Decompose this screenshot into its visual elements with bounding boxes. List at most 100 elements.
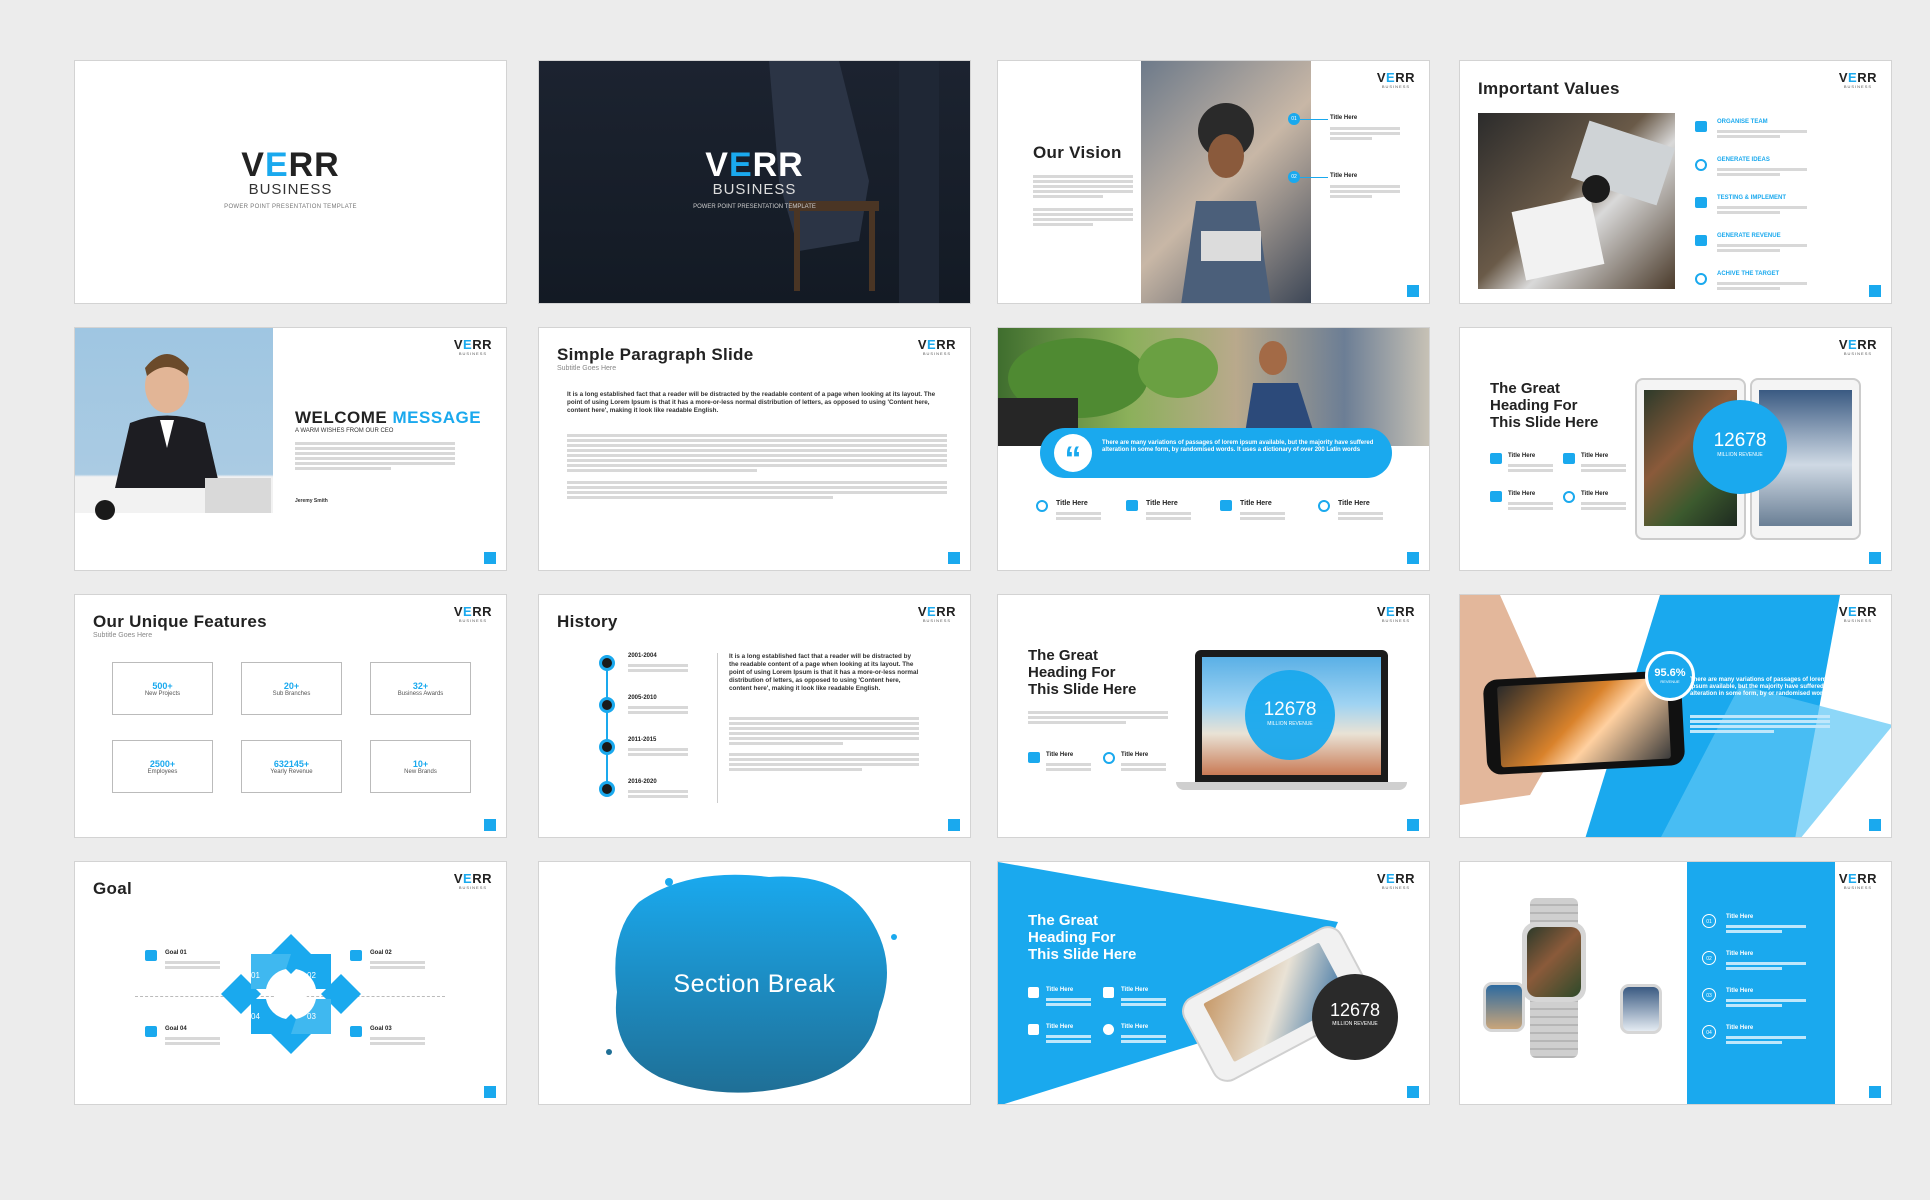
feature-box: 2500+ Employees	[112, 740, 213, 793]
page-marker	[484, 552, 496, 564]
welcome-text	[295, 440, 455, 472]
brand-sub: BUSINESS	[1843, 84, 1873, 89]
feature-box: 32+ Business Awards	[370, 662, 471, 715]
feature-label: Sub Branches	[272, 691, 311, 697]
feature-box: 10+ New Brands	[370, 740, 471, 793]
page-marker	[1407, 285, 1419, 297]
item-title: Title Here	[1056, 500, 1088, 507]
item-title: Title Here	[1338, 500, 1370, 507]
value-item: ACHIVE THE TARGET	[1695, 271, 1885, 303]
slide-welcome-message[interactable]: WELCOME MESSAGE A WARM WISHES FROM OUR C…	[74, 327, 507, 571]
values-list: ORGANISE TEAM GENERATE IDEAS TESTING & I…	[1695, 119, 1885, 303]
vision-item-title: Title Here	[1330, 115, 1358, 121]
slide-title: Goal	[93, 879, 132, 898]
brand-letter-v: V	[453, 337, 464, 352]
feature-label: Yearly Revenue	[270, 769, 313, 775]
slide-quote[interactable]: “ There are many variations of passages …	[997, 327, 1430, 571]
heading-line-2: Heading For	[1028, 929, 1116, 946]
brand-letters-rr: RR	[1857, 70, 1877, 85]
slide-section-break[interactable]: Section Break	[538, 861, 971, 1105]
item-title: Title Here	[1581, 491, 1609, 497]
stat-circle: 12678 MILLION REVENUE	[1693, 400, 1787, 494]
vision-item-text	[1330, 183, 1400, 200]
people-icon	[1563, 453, 1575, 464]
slide-goal[interactable]: Goal 01 02 04 03 Goal 01 Goal 02 Goal 04…	[74, 861, 507, 1105]
slide-logo: VERR BUSINESS	[454, 872, 492, 890]
chart-icon	[1695, 197, 1707, 208]
slide-logo: VERR BUSINESS	[1839, 338, 1877, 356]
slide-heading: The Great Heading For This Slide Here	[1490, 380, 1598, 431]
monitor-icon	[1028, 752, 1040, 763]
slide-watch[interactable]: 01 Title Here 02 Title Here 03 Title Here 0…	[1459, 861, 1892, 1105]
slide-our-vision[interactable]: Our Vision 01 02 Title Here Title Here V…	[997, 60, 1430, 304]
body-text	[729, 715, 919, 773]
brand-letter-v: V	[453, 604, 464, 619]
timeline-year: 2001-2004	[628, 653, 657, 659]
body-text	[1033, 173, 1133, 228]
stat-value: 12678	[1263, 699, 1317, 720]
feature-box: 632145+ Yearly Revenue	[241, 740, 342, 793]
slide-laptop[interactable]: The Great Heading For This Slide Here Ti…	[997, 594, 1430, 838]
slide-tablets[interactable]: The Great Heading For This Slide Here Ti…	[1459, 327, 1892, 571]
slide-logo: VERR BUSINESS	[918, 605, 956, 623]
slide-subtitle: Subtitle Goes Here	[557, 365, 617, 372]
money-bag-icon	[145, 950, 157, 961]
slide-title: Important Values	[1478, 79, 1620, 98]
feature-value: 500+	[152, 681, 173, 691]
brand-letter-e: E	[1848, 604, 1858, 619]
item-title: Title Here	[1508, 453, 1536, 459]
goal-num: 03	[307, 1012, 316, 1021]
brand-letters-rr: RR	[1395, 871, 1415, 886]
slide-unique-features[interactable]: Our Unique Features Subtitle Goes Here 5…	[74, 594, 507, 838]
brand-letter-v: V	[1838, 604, 1849, 619]
quote-pill: “ There are many variations of passages …	[1040, 428, 1392, 478]
section-title: Section Break	[673, 970, 836, 998]
slide-history[interactable]: History 2001-2004 2005-2010 2011-2015 20…	[538, 594, 971, 838]
page-marker	[1407, 819, 1419, 831]
value-label: GENERATE IDEAS	[1717, 157, 1770, 163]
connector-line	[1300, 119, 1328, 120]
brand-letter-e: E	[264, 146, 289, 184]
item-title: Title Here	[1726, 951, 1754, 957]
slide-phone-blue[interactable]: The Great Heading For This Slide Here Ti…	[997, 861, 1430, 1105]
watch-item: 01 Title Here	[1702, 914, 1822, 951]
slide-phone-hand[interactable]: 95.6% REVENUE There are many variations …	[1459, 594, 1892, 838]
value-item: TESTING & IMPLEMENT	[1695, 195, 1885, 233]
heading-line-1: The Great	[1028, 647, 1099, 664]
feature-value: 32+	[412, 681, 429, 691]
slide-title-dark[interactable]: VERR BUSINESS POWER POINT PRESENTATION T…	[538, 60, 971, 304]
slide-important-values[interactable]: Important Values ORGANISE TEAM GENERATE …	[1459, 60, 1892, 304]
brand-letters-rr: RR	[472, 337, 492, 352]
slide-heading: The Great Heading For This Slide Here	[1028, 647, 1136, 698]
brand-letter-e: E	[927, 604, 937, 619]
heading-line-2: Heading For	[1490, 397, 1578, 414]
goal-label: Goal 01	[165, 950, 187, 956]
brand-tagline: POWER POINT PRESENTATION TEMPLATE	[693, 204, 816, 210]
feature-box: 500+ New Projects	[112, 662, 213, 715]
brand-sub: BUSINESS	[922, 351, 952, 356]
slide-logo: VERR BUSINESS	[454, 338, 492, 356]
brand-sub: BUSINESS	[1381, 885, 1411, 890]
item-title: Title Here	[1726, 914, 1754, 920]
welcome-title: WELCOME MESSAGE	[295, 408, 481, 428]
brand-letters-rr: RR	[936, 604, 956, 619]
slide-simple-paragraph[interactable]: Simple Paragraph Slide Subtitle Goes Her…	[538, 327, 971, 571]
stat-value: 12678	[1713, 430, 1767, 451]
item-title: Title Here	[1726, 988, 1754, 994]
brand-letter-v: V	[917, 337, 928, 352]
body-text	[1028, 709, 1168, 726]
marker-02: 02	[1288, 171, 1300, 183]
handshake-icon	[350, 950, 362, 961]
money-icon	[1695, 235, 1707, 246]
brand-logo: VERR BUSINESS POWER POINT PRESENTATION T…	[75, 146, 506, 210]
location-icon	[1103, 752, 1115, 764]
item-num: 03	[1702, 988, 1716, 1002]
stat-circle: 12678 MILLION REVENUE	[1245, 670, 1335, 760]
page-marker	[1869, 285, 1881, 297]
value-item: GENERATE REVENUE	[1695, 233, 1885, 271]
slide-title-light[interactable]: VERR BUSINESS POWER POINT PRESENTATION T…	[74, 60, 507, 304]
lightbulb-icon	[1695, 159, 1707, 171]
brand-sub: BUSINESS	[1843, 618, 1873, 623]
heading-line-1: The Great	[1490, 380, 1561, 397]
watch-item: 02 Title Here	[1702, 951, 1822, 988]
